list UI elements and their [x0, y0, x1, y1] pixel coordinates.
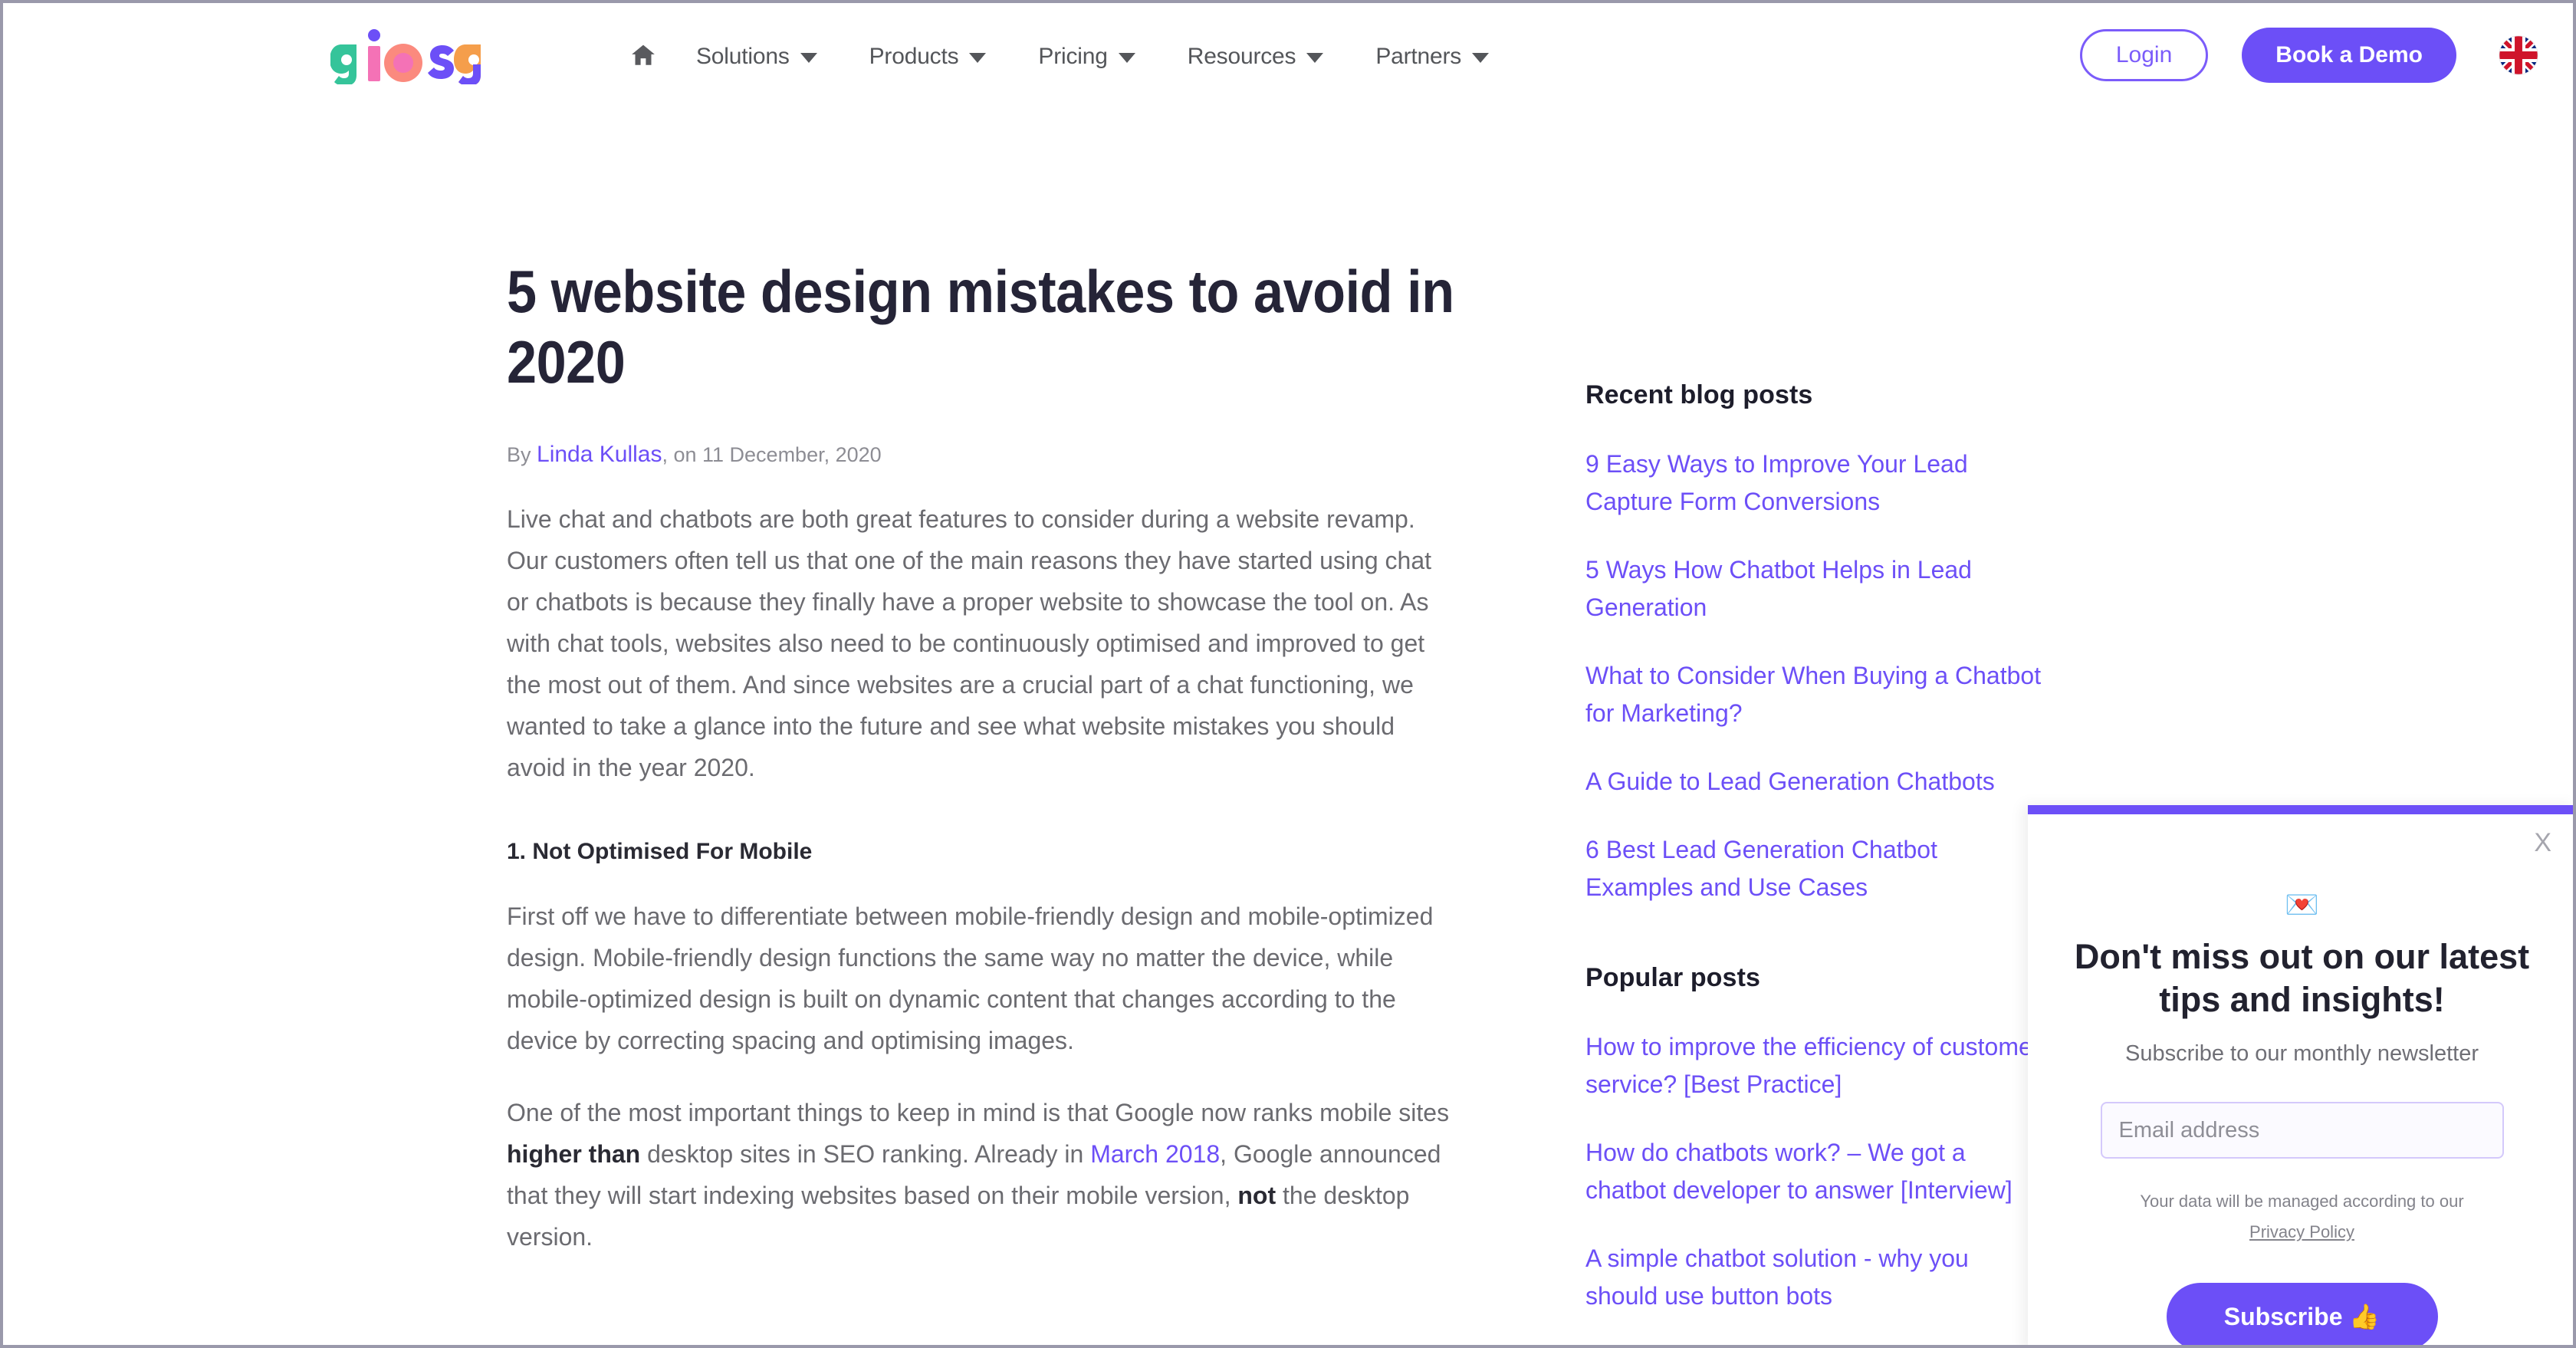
- email-field[interactable]: [2100, 1102, 2504, 1159]
- paragraph-3-bold-2: not: [1237, 1182, 1276, 1209]
- recent-post-link[interactable]: 5 Ways How Chatbot Helps in Lead Generat…: [1585, 551, 2045, 626]
- popular-post-link[interactable]: A simple chatbot solution - why you shou…: [1585, 1240, 2045, 1315]
- blog-sidebar: Recent blog posts 9 Easy Ways to Improve…: [1585, 380, 2076, 1345]
- nav-item-label: Resources: [1187, 44, 1296, 69]
- nav-item-products[interactable]: Products: [843, 37, 1013, 77]
- paragraph-3-text-2: desktop sites in SEO ranking. Already in: [640, 1140, 1091, 1168]
- recent-post-link[interactable]: A Guide to Lead Generation Chatbots: [1585, 763, 2045, 801]
- popular-posts-heading: Popular posts: [1585, 963, 1760, 992]
- primary-navigation: Solutions Products Pricing Resources Par…: [616, 34, 1515, 80]
- subscribe-button[interactable]: Subscribe 👍: [2166, 1283, 2438, 1345]
- recent-post-link[interactable]: 6 Best Lead Generation Chatbot Examples …: [1585, 831, 2045, 906]
- nav-item-label: Partners: [1375, 44, 1462, 69]
- newsletter-popup: X 💌 Don't miss out on our latest tips an…: [2028, 805, 2573, 1345]
- nav-home-link[interactable]: [616, 37, 670, 77]
- popup-title: Don't miss out on our latest tips and in…: [2074, 937, 2530, 1019]
- book-demo-button[interactable]: Book a Demo: [2242, 28, 2456, 83]
- nav-item-label: Solutions: [696, 44, 790, 69]
- home-icon: [629, 42, 657, 72]
- nav-item-label: Pricing: [1038, 44, 1108, 69]
- recent-posts-heading: Recent blog posts: [1585, 380, 1813, 409]
- article-main: 5 website design mistakes to avoid in 20…: [507, 256, 1454, 1258]
- close-icon[interactable]: X: [2534, 830, 2551, 856]
- popup-fineprint: Your data will be managed according to o…: [2028, 1186, 2573, 1248]
- nav-item-partners[interactable]: Partners: [1349, 37, 1515, 77]
- byline-date: , on 11 December, 2020: [662, 443, 882, 466]
- love-letter-icon: 💌: [2285, 889, 2319, 920]
- paragraph-3-text-1: One of the most important things to keep…: [507, 1099, 1450, 1126]
- giosg-logo[interactable]: [330, 25, 491, 86]
- nav-item-resources[interactable]: Resources: [1162, 37, 1350, 77]
- login-button[interactable]: Login: [2079, 29, 2209, 81]
- article-paragraph-3: One of the most important things to keep…: [507, 1092, 1450, 1258]
- uk-flag-icon[interactable]: [2498, 35, 2539, 76]
- article-subheading-1: 1. Not Optimised For Mobile: [507, 839, 813, 864]
- author-link[interactable]: Linda Kullas: [537, 442, 662, 467]
- popup-accent-bar: [2028, 805, 2573, 814]
- march-2018-link[interactable]: March 2018: [1090, 1140, 1220, 1168]
- nav-item-solutions[interactable]: Solutions: [670, 37, 843, 77]
- popular-post-link[interactable]: How do chatbots work? – We got a chatbot…: [1585, 1134, 2045, 1209]
- byline-prefix: By: [507, 443, 537, 466]
- nav-item-label: Products: [869, 44, 959, 69]
- chevron-down-icon: [969, 53, 987, 63]
- article-paragraph-2: First off we have to differentiate betwe…: [507, 903, 1434, 1054]
- header-actions: Login Book a Demo: [2079, 25, 2539, 86]
- chevron-down-icon: [800, 53, 817, 63]
- byline: By Linda Kullas, on 11 December, 2020: [507, 442, 1450, 468]
- fineprint-text: Your data will be managed according to o…: [2140, 1192, 2464, 1211]
- article-paragraph-1: Live chat and chatbots are both great fe…: [507, 505, 1431, 781]
- chevron-down-icon: [1306, 53, 1324, 63]
- nav-item-pricing[interactable]: Pricing: [1012, 37, 1161, 77]
- site-header: Solutions Products Pricing Resources Par…: [3, 3, 2573, 110]
- chevron-down-icon: [1118, 53, 1135, 63]
- chevron-down-icon: [1472, 53, 1490, 63]
- paragraph-3-bold-1: higher than: [507, 1140, 641, 1168]
- page-title: 5 website design mistakes to avoid in 20…: [507, 258, 1454, 396]
- recent-post-link[interactable]: 9 Easy Ways to Improve Your Lead Capture…: [1585, 445, 2045, 521]
- popular-post-link[interactable]: How to improve the efficiency of custome…: [1585, 1028, 2045, 1103]
- recent-post-link[interactable]: What to Consider When Buying a Chatbot f…: [1585, 657, 2045, 732]
- privacy-policy-link[interactable]: Privacy Policy: [2249, 1222, 2354, 1241]
- browser-page: Solutions Products Pricing Resources Par…: [0, 0, 2576, 1348]
- popup-subtitle: Subscribe to our monthly newsletter: [2125, 1041, 2479, 1066]
